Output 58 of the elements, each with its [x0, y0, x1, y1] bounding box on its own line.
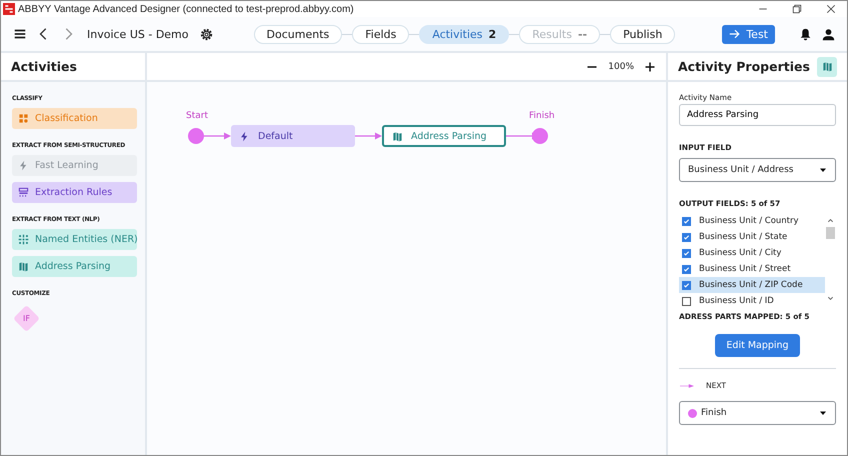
step-tab[interactable]: Documents	[254, 24, 342, 44]
step-tab[interactable]: Fields	[352, 24, 410, 44]
field-row[interactable]: Business Unit / Country	[679, 213, 825, 229]
next-arrow-icon	[680, 382, 694, 388]
field-row[interactable]: Business Unit / City	[679, 245, 825, 261]
blocks-icon	[18, 113, 29, 124]
finish-node[interactable]	[532, 128, 548, 144]
dropdown-icon	[819, 166, 827, 174]
scrollbar-thumb[interactable]	[826, 227, 835, 239]
field-row[interactable]: Business Unit / ZIP Code	[679, 277, 825, 293]
start-label: Start	[186, 111, 208, 121]
bell-icon	[799, 28, 812, 40]
panel-title: Activities	[1, 53, 145, 82]
activity-item[interactable]: Extraction Rules	[12, 182, 137, 203]
test-button[interactable]: Test	[722, 24, 775, 44]
field-row[interactable]: Business Unit / Street	[679, 261, 825, 277]
close-icon	[825, 3, 837, 15]
activity-node[interactable]: Address Parsing	[382, 125, 506, 147]
field-row[interactable]: Business Unit / State	[679, 229, 825, 245]
checkbox[interactable]	[682, 280, 691, 290]
user-icon	[822, 28, 835, 40]
arrow-icon	[729, 28, 742, 40]
finish-dot-icon	[688, 408, 697, 418]
edit-mapping-button[interactable]: Edit Mapping	[715, 334, 800, 357]
step-tab[interactable]: Publish	[610, 24, 676, 44]
zoom-level: 100%	[608, 62, 634, 72]
checkbox[interactable]	[682, 296, 691, 306]
menu-icon	[13, 27, 27, 41]
settings-icon	[198, 26, 214, 42]
map-icon	[18, 261, 29, 272]
step-tab[interactable]: Activities 2	[419, 24, 510, 44]
map-icon	[392, 130, 403, 142]
zoom-in-icon	[644, 60, 656, 72]
start-node[interactable]	[188, 128, 204, 144]
checkbox[interactable]	[682, 232, 691, 242]
checkbox[interactable]	[682, 248, 691, 258]
finish-label: Finish	[529, 111, 555, 121]
project-title: Invoice US - Demo	[87, 28, 189, 40]
restore-icon	[791, 3, 803, 15]
panel-title: Activity Properties	[678, 59, 810, 74]
next-dropdown[interactable]: Finish	[679, 401, 836, 425]
scroll-down-icon	[827, 295, 834, 302]
checkbox[interactable]	[682, 216, 691, 226]
name-field[interactable]: Address Parsing	[679, 104, 836, 126]
map-icon	[822, 61, 832, 72]
rules-icon	[18, 187, 29, 198]
window-title: ABBYY Vantage Advanced Designer (connected to test-preprod.abbyy.com)	[18, 4, 354, 14]
scroll-up-icon	[827, 217, 834, 224]
lightning-icon	[239, 130, 250, 142]
lightning-icon	[18, 160, 29, 171]
dropdown-icon	[819, 409, 827, 417]
connector-arrow	[204, 132, 231, 140]
activity-node[interactable]: Default	[231, 125, 355, 147]
input-field-dropdown[interactable]: Business Unit / Address	[679, 158, 836, 182]
checkbox[interactable]	[682, 264, 691, 274]
field-row[interactable]: Business Unit / ID	[679, 293, 825, 309]
grid-dots-icon	[18, 234, 29, 245]
connector-arrow	[355, 132, 382, 140]
